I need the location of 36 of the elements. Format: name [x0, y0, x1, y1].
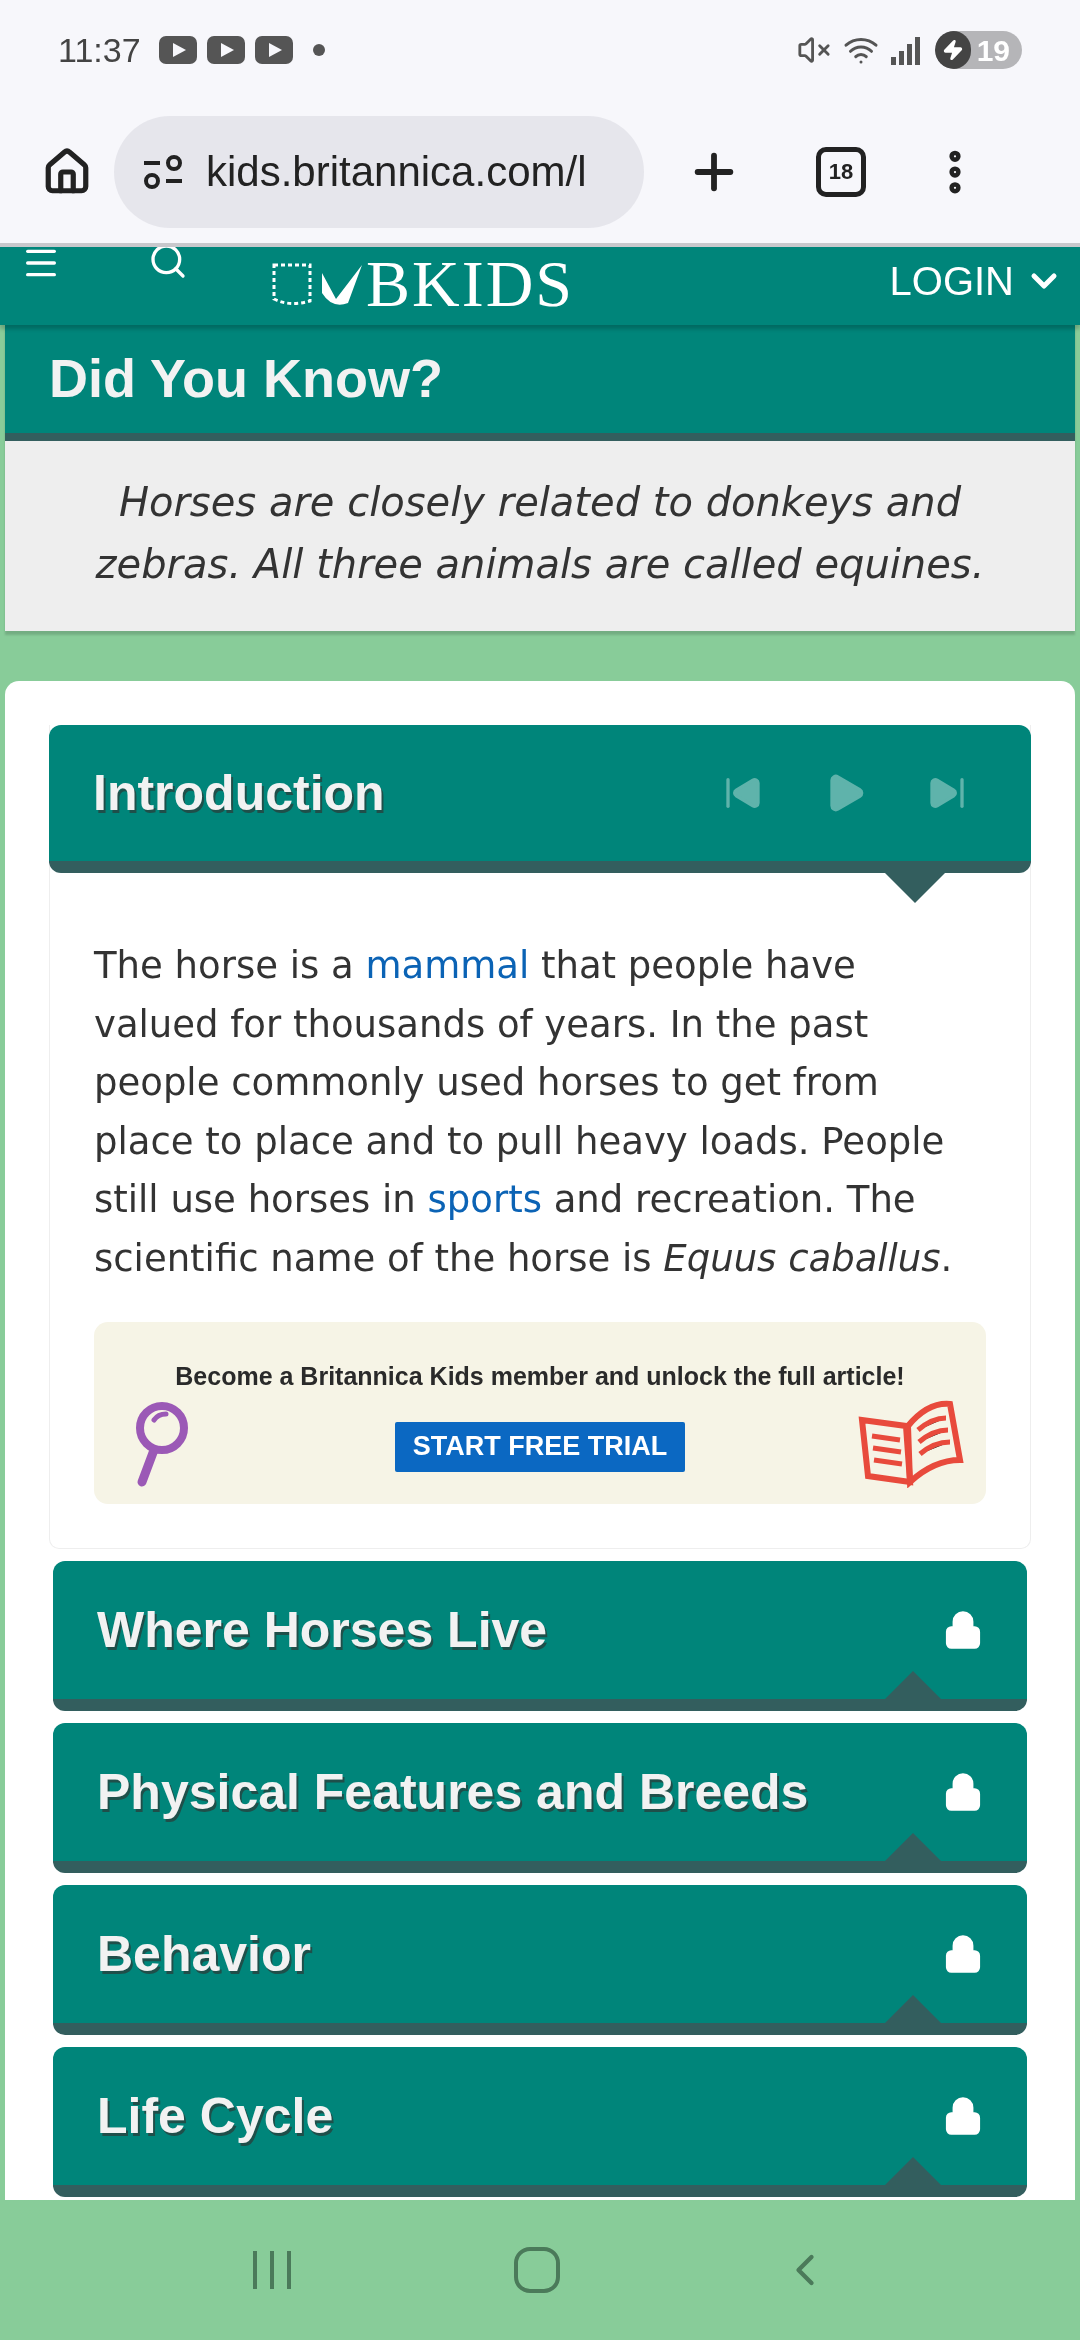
article-link[interactable]: mammal [365, 944, 530, 987]
section-header[interactable]: Behavior [53, 1885, 1027, 2035]
pointer-icon [885, 1833, 941, 1861]
pointer-icon [885, 2157, 941, 2185]
video-notification-icon [206, 36, 245, 64]
tab-count-button[interactable]: 18 [816, 146, 866, 197]
section-header[interactable]: Physical Features and Breeds [53, 1723, 1027, 1873]
section-title: Behavior [97, 1924, 311, 1984]
fact-text: Horses are closely related to donkeys and zebras. All three animals are called equines. [94, 478, 986, 589]
video-notification-icon [254, 36, 293, 64]
pointer-icon [885, 1995, 941, 2023]
pointer-icon [885, 873, 945, 903]
home-button-icon[interactable] [513, 2246, 561, 2294]
url-field[interactable]: kids.britannica.com/l [114, 115, 644, 228]
login-link[interactable]: LOGIN [889, 251, 1014, 311]
section-title: Introduction [93, 763, 385, 823]
clock: 11:37 [58, 29, 141, 71]
article-paragraph: The horse is a mammal that people have valued for thousands of years. In the past people commonly used horses to get from place to place and to pull heavy loads. People still use horses in sports and recreation. The scientific name of the horse is Equus caballus. [94, 943, 954, 1282]
signal-icon [890, 35, 923, 65]
pointer-icon [885, 1671, 941, 1699]
section-title: Physical Features and Breeds [97, 1762, 809, 1822]
site-logo[interactable]: BKIDS [366, 251, 575, 317]
start-trial-button[interactable]: START FREE TRIAL [394, 1421, 686, 1472]
section-header[interactable]: Life Cycle [53, 2047, 1027, 2197]
section-title: Where Horses Live [97, 1600, 548, 1660]
section-header[interactable]: Where Horses Live [53, 1561, 1027, 1711]
video-notification-icon [158, 36, 197, 64]
promo-text: Become a Britannica Kids member and unlock the full article! [175, 1361, 905, 1392]
section-title: Life Cycle [97, 2086, 334, 2146]
battery-level: 19 [976, 32, 1010, 69]
panel-title: Did You Know? [49, 346, 443, 410]
article-link[interactable]: sports [427, 1178, 542, 1221]
charging-icon [941, 39, 964, 61]
site-settings-icon[interactable] [142, 154, 184, 189]
url-text: kids.britannica.com/l [206, 147, 587, 197]
dot-icon [312, 44, 325, 56]
